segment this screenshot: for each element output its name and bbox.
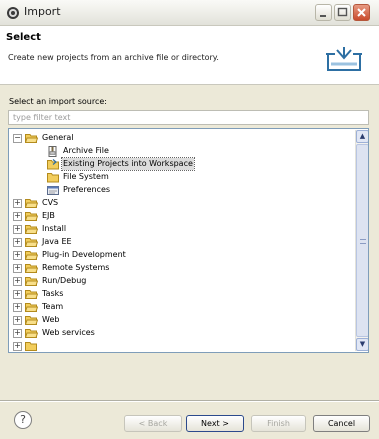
expand-icon[interactable]: +	[13, 302, 22, 312]
tree-item-label: Tasks	[42, 289, 64, 298]
scroll-down-button[interactable]: ▼	[356, 338, 368, 351]
minimize-button[interactable]	[315, 4, 332, 21]
folder-icon	[25, 316, 38, 325]
existing-projects-icon	[47, 158, 59, 169]
back-button[interactable]: < Back	[124, 415, 182, 432]
tree-item-java-ee[interactable]: + Java EE	[13, 236, 73, 248]
maximize-icon	[337, 7, 348, 17]
tree-item-tasks[interactable]: + Tasks	[13, 288, 64, 300]
tree-item-plugin-development[interactable]: + Plug-in Development	[13, 249, 127, 261]
preferences-icon	[47, 185, 59, 195]
file-system-folder-icon	[47, 172, 59, 182]
folder-icon	[25, 225, 38, 234]
expand-icon[interactable]: +	[13, 250, 22, 260]
folder-icon	[25, 277, 38, 286]
folder-icon	[25, 238, 38, 247]
scroll-up-button[interactable]: ▲	[356, 130, 368, 143]
window-title: Import	[24, 5, 61, 18]
tree-item-label: EJB	[42, 211, 55, 220]
cancel-button[interactable]: Cancel	[313, 415, 370, 432]
tree-item-label: Plug-in Development	[42, 250, 126, 259]
tree-item-label: Java EE	[42, 237, 72, 246]
folder-icon	[25, 329, 38, 338]
scroll-thumb[interactable]	[356, 144, 368, 337]
tree-item-label: Existing Projects into Workspace	[61, 157, 195, 171]
expand-icon[interactable]: +	[13, 198, 22, 208]
finish-button[interactable]: Finish	[251, 415, 306, 432]
expand-icon[interactable]: +	[13, 328, 22, 338]
tree-item-label: Install	[42, 224, 67, 233]
folder-icon	[25, 212, 38, 221]
tree-item-label: Remote Systems	[42, 263, 110, 272]
wizard-header: Select Create new projects from an archi…	[0, 26, 379, 85]
expand-icon[interactable]: +	[13, 276, 22, 286]
tree-item-web[interactable]: + Web	[13, 314, 60, 326]
grip-icon	[360, 239, 366, 244]
import-source-label: Select an import source:	[9, 97, 107, 106]
footer-separator	[0, 400, 379, 402]
tree-item-general[interactable]: − General	[13, 132, 75, 144]
folder-icon	[25, 290, 38, 299]
tree-item-remote-systems[interactable]: + Remote Systems	[13, 262, 110, 274]
maximize-button[interactable]	[334, 4, 351, 21]
tree-item-label: General	[42, 133, 74, 142]
tree-item-label: Archive File	[63, 146, 109, 155]
tree-item-label: Team	[42, 302, 64, 311]
tree-item-label: File System	[63, 172, 109, 181]
wizard-page-description: Create new projects from an archive file…	[8, 53, 219, 62]
filter-input[interactable]	[8, 110, 369, 125]
tree-item-web-services[interactable]: + Web services	[13, 327, 96, 339]
folder-open-icon	[25, 134, 38, 143]
tree-item-label: Preferences	[63, 185, 111, 194]
folder-icon	[25, 264, 38, 273]
tree-item-file-system[interactable]: File System	[47, 171, 110, 183]
tree-item-label: CVS	[42, 198, 59, 207]
tree-item-run-debug[interactable]: + Run/Debug	[13, 275, 87, 287]
folder-icon	[25, 199, 38, 208]
import-dialog: Import Select Create new projects from a…	[0, 0, 379, 439]
expand-icon[interactable]: +	[13, 237, 22, 247]
expand-icon[interactable]: +	[13, 315, 22, 325]
minimize-icon	[320, 15, 326, 17]
close-button[interactable]	[353, 4, 370, 21]
folder-icon	[25, 342, 37, 351]
eclipse-app-icon	[7, 7, 19, 19]
tree-item-label: Web	[42, 315, 60, 324]
wizard-page-title: Select	[6, 32, 41, 43]
tree-item-preferences[interactable]: Preferences	[47, 184, 111, 196]
tree-item-partial[interactable]: +	[13, 340, 41, 352]
expand-icon[interactable]: +	[13, 341, 22, 351]
close-icon	[357, 8, 366, 17]
tree-scrollbar[interactable]: ▲ ▼	[355, 130, 368, 351]
expand-icon[interactable]: +	[13, 224, 22, 234]
tree-item-ejb[interactable]: + EJB	[13, 210, 56, 222]
tree-item-cvs[interactable]: + CVS	[13, 197, 59, 209]
tree-item-archive-file[interactable]: Archive File	[47, 145, 110, 157]
expand-icon[interactable]: +	[13, 263, 22, 273]
import-source-tree[interactable]: − General Archive File Existing Projects…	[8, 128, 369, 353]
folder-icon	[25, 251, 38, 260]
tree-item-team[interactable]: + Team	[13, 301, 64, 313]
tree-item-install[interactable]: + Install	[13, 223, 67, 235]
archive-file-icon	[48, 145, 57, 157]
expand-icon[interactable]: +	[13, 289, 22, 299]
collapse-icon[interactable]: −	[13, 133, 22, 143]
import-banner-icon	[326, 47, 362, 71]
help-button[interactable]: ?	[14, 411, 32, 429]
expand-icon[interactable]: +	[13, 211, 22, 221]
next-button[interactable]: Next >	[186, 415, 244, 432]
tree-item-label: Run/Debug	[42, 276, 87, 285]
tree-item-label: Web services	[42, 328, 95, 337]
title-bar[interactable]: Import	[0, 0, 379, 26]
tree-item-existing-projects[interactable]: Existing Projects into Workspace	[47, 157, 195, 171]
folder-icon	[25, 303, 38, 312]
